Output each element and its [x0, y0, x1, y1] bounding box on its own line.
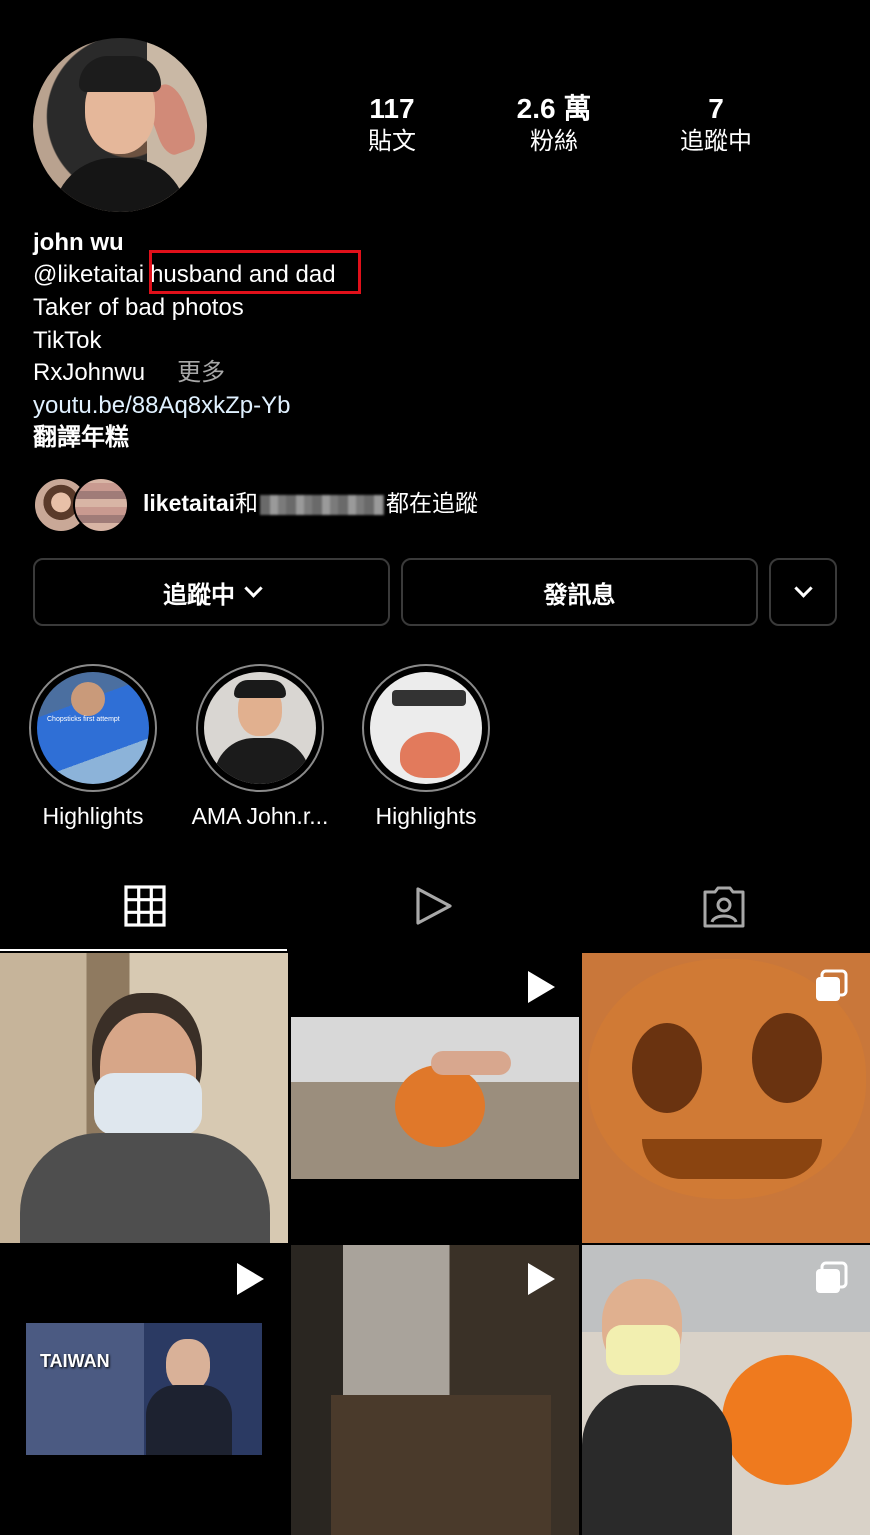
following-button-label: 追蹤中	[163, 581, 235, 609]
followed-by-text[interactable]: liketaitai和 都在追蹤	[143, 488, 478, 518]
post-thumbnail[interactable]	[291, 953, 579, 1243]
post-host-suit	[146, 1385, 232, 1455]
reels-icon[interactable]	[412, 884, 456, 933]
posts-label: 貼文	[368, 128, 416, 155]
profile-avatar[interactable]	[33, 38, 207, 212]
highlight-label: AMA John.r...	[191, 803, 329, 829]
post-mask	[94, 1073, 202, 1135]
post-mask	[606, 1325, 680, 1375]
carousel-badge-icon	[816, 969, 848, 1001]
bio-line: TikTok	[33, 327, 102, 354]
post-thumbnail[interactable]	[0, 953, 288, 1243]
following-label: 追蹤中	[680, 128, 752, 155]
highlight-thumb-octopus	[400, 732, 460, 778]
post-pumpkin	[395, 1065, 485, 1147]
highlight-cover	[370, 672, 482, 784]
post-pumpkin-mouth	[642, 1139, 822, 1179]
translate-link[interactable]: 翻譯年糕	[33, 423, 129, 453]
grid-icon[interactable]	[123, 884, 167, 933]
following-count: 7	[708, 93, 724, 124]
avatar-hair	[79, 56, 161, 92]
highlight-thumb-face	[71, 682, 105, 716]
highlight-circle[interactable]	[362, 664, 490, 792]
bio-text: RxJohnwu	[33, 359, 146, 386]
post-thumbnail[interactable]	[582, 1245, 870, 1535]
followers-count: 2.6 萬	[516, 93, 592, 124]
follower-avatar-blurred[interactable]	[73, 477, 129, 533]
stat-followers[interactable]: 2.6 萬 粉絲	[489, 92, 619, 158]
highlight-label: Highlights	[42, 803, 144, 829]
followed-by-suffix: 都在追蹤	[386, 490, 479, 516]
followed-by-user: liketaitai	[143, 490, 236, 516]
highlight-thumb-card	[392, 690, 466, 706]
followers-label: 粉絲	[530, 128, 578, 155]
stat-posts[interactable]: 117 貼文	[327, 92, 457, 158]
highlight-overlay-text: Chopsticks first attempt	[47, 716, 120, 723]
highlight-cover: Chopsticks first attempt	[37, 672, 149, 784]
post-host-face	[166, 1339, 210, 1391]
post-pumpkin-eye	[752, 1013, 822, 1103]
mention-link[interactable]: @liketaitai	[33, 261, 144, 288]
highlight-thumb-hair	[234, 680, 286, 698]
post-jacket	[20, 1133, 270, 1243]
highlight-thumb-shirt	[214, 738, 310, 784]
tagged-icon[interactable]	[701, 884, 747, 935]
message-button[interactable]: 發訊息	[401, 558, 758, 626]
post-video-frame	[291, 1017, 579, 1179]
post-floor	[331, 1395, 551, 1535]
video-badge-icon	[237, 1263, 264, 1295]
bio-line-last: RxJohnwu 更多	[33, 358, 225, 388]
bio-line: Taker of bad photos	[33, 294, 244, 321]
post-hand	[431, 1051, 511, 1075]
post-jacket	[582, 1385, 732, 1535]
post-pumpkin-inflatable	[722, 1355, 852, 1485]
video-badge-icon	[528, 1263, 555, 1295]
active-tab-indicator	[0, 949, 287, 951]
post-pumpkin-eye	[632, 1023, 702, 1113]
red-highlight-box	[149, 250, 361, 294]
blurred-username	[260, 494, 385, 515]
stat-following[interactable]: 7 追蹤中	[651, 92, 781, 158]
more-link[interactable]: 更多	[177, 359, 225, 386]
bio-link[interactable]: youtu.be/88Aq8xkZp-Yb	[33, 391, 291, 421]
post-thumbnail[interactable]	[582, 953, 870, 1243]
chevron-down-icon	[793, 578, 813, 598]
video-badge-icon	[528, 971, 555, 1003]
highlight-circle[interactable]: Chopsticks first attempt	[29, 664, 157, 792]
highlight-circle[interactable]	[196, 664, 324, 792]
post-thumbnail[interactable]: TAIWAN	[0, 1245, 288, 1535]
message-button-label: 發訊息	[543, 581, 616, 609]
highlight-label: Highlights	[375, 803, 477, 829]
post-thumbnail[interactable]	[291, 1245, 579, 1535]
highlight-cover	[204, 672, 316, 784]
post-video-frame: TAIWAN	[26, 1323, 262, 1455]
posts-count: 117	[369, 93, 415, 124]
following-button[interactable]: 追蹤中	[33, 558, 390, 626]
suggested-users-button[interactable]	[769, 558, 837, 626]
followed-by-joiner: 和	[235, 490, 259, 516]
post-overlay-text: TAIWAN	[40, 1351, 110, 1371]
carousel-badge-icon	[816, 1261, 848, 1293]
chevron-down-icon	[244, 578, 263, 598]
profile-name: john wu	[33, 229, 124, 256]
